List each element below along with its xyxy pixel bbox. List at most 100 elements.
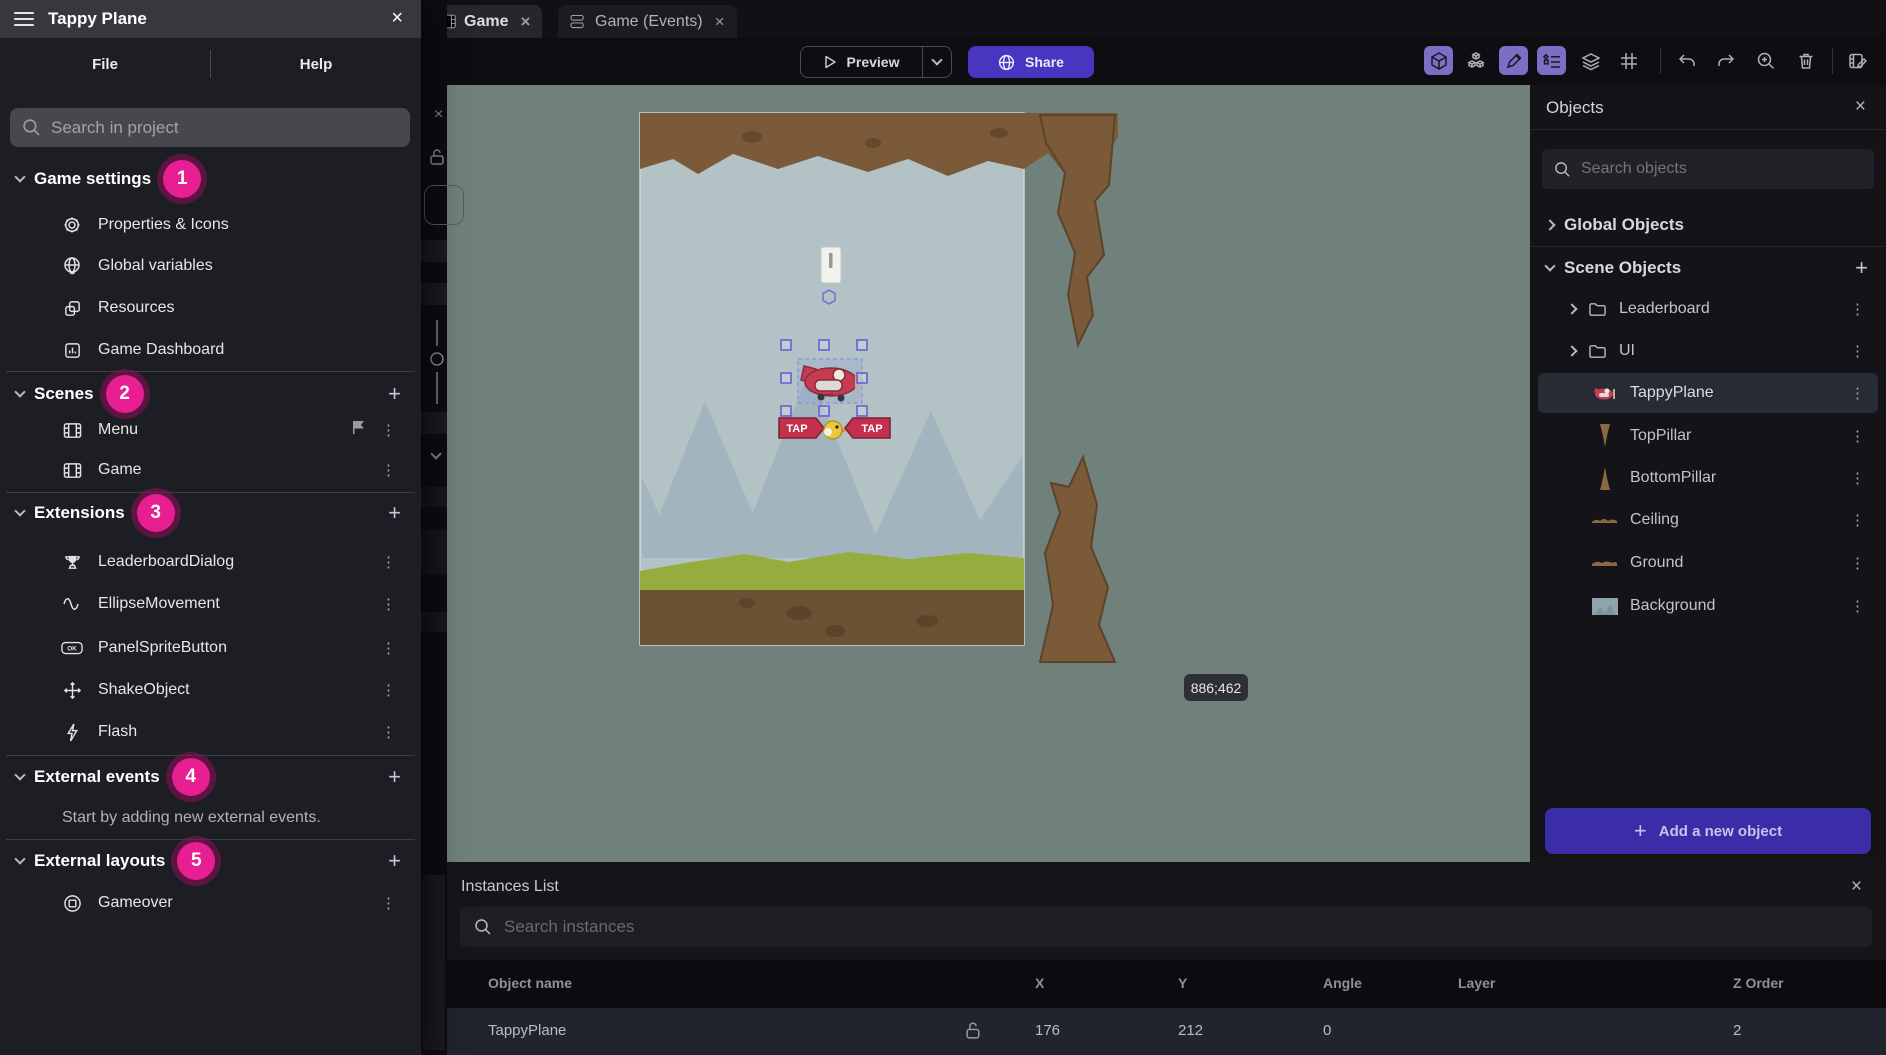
layers-panel-button[interactable]: [1576, 46, 1605, 75]
objects-search[interactable]: [1542, 149, 1874, 189]
add-scene-button[interactable]: +: [388, 383, 401, 405]
trash-icon: [1796, 51, 1816, 71]
kebab-menu-icon[interactable]: ⋮: [1850, 384, 1866, 402]
share-button[interactable]: Share: [968, 46, 1094, 78]
kebab-menu-icon[interactable]: ⋮: [381, 553, 397, 571]
instances-list-button[interactable]: [1537, 46, 1566, 75]
section-external-layouts[interactable]: External layouts 5 +: [0, 844, 421, 878]
kebab-menu-icon[interactable]: ⋮: [381, 723, 397, 741]
kebab-menu-icon[interactable]: ⋮: [1850, 511, 1866, 529]
item-ext-leaderboarddialog[interactable]: LeaderboardDialog ⋮: [0, 545, 421, 579]
kebab-menu-icon[interactable]: ⋮: [381, 639, 397, 657]
project-search[interactable]: [10, 108, 410, 147]
item-ext-shakeobject[interactable]: ShakeObject ⋮: [0, 673, 421, 707]
object-row-ground[interactable]: Ground ⋮: [1538, 543, 1878, 583]
add-new-object-button[interactable]: + Add a new object: [1545, 808, 1871, 854]
preview-dropdown-button[interactable]: [923, 47, 951, 77]
instances-search[interactable]: [460, 907, 1872, 947]
section-game-settings[interactable]: Game settings 1: [0, 162, 421, 196]
unlock-icon[interactable]: [965, 1021, 982, 1040]
column-object-name[interactable]: Object name: [488, 975, 572, 991]
object-row-bottompillar[interactable]: BottomPillar ⋮: [1538, 458, 1878, 498]
add-extension-button[interactable]: +: [388, 502, 401, 524]
objects-list-button[interactable]: [1461, 46, 1490, 75]
add-external-layout-button[interactable]: +: [388, 850, 401, 872]
item-ext-flash[interactable]: Flash ⋮: [0, 715, 421, 749]
undo-button[interactable]: [1672, 46, 1701, 75]
item-ext-ellipsemovement[interactable]: EllipseMovement ⋮: [0, 587, 421, 621]
file-menu[interactable]: File: [0, 38, 210, 90]
kebab-menu-icon[interactable]: ⋮: [1850, 342, 1866, 360]
kebab-menu-icon[interactable]: ⋮: [1850, 597, 1866, 615]
column-y[interactable]: Y: [1178, 975, 1187, 991]
kebab-menu-icon[interactable]: ⋮: [1850, 554, 1866, 572]
edit-mode-button[interactable]: [1499, 46, 1528, 75]
project-search-input[interactable]: [51, 118, 351, 138]
item-layout-gameover[interactable]: Gameover ⋮: [0, 886, 421, 920]
grid-toggle-button[interactable]: [1614, 46, 1643, 75]
section-scenes[interactable]: Scenes 2 +: [0, 377, 421, 411]
instances-list-close-icon[interactable]: ×: [1851, 876, 1862, 898]
tab-game-close-icon[interactable]: ×: [520, 13, 530, 30]
column-z-order[interactable]: Z Order: [1733, 975, 1784, 991]
tab-game-events[interactable]: Game (Events) ×: [558, 5, 737, 38]
kebab-menu-icon[interactable]: ⋮: [1850, 300, 1866, 318]
render-3d-toggle-button[interactable]: [1424, 46, 1453, 75]
global-objects-section[interactable]: Global Objects: [1530, 208, 1886, 242]
globe-icon: [60, 256, 84, 276]
column-angle[interactable]: Angle: [1323, 975, 1362, 991]
scene-objects-section[interactable]: Scene Objects +: [1530, 251, 1886, 285]
section-external-events[interactable]: External events 4 +: [0, 760, 421, 794]
object-row-tappyplane[interactable]: TappyPlane ⋮: [1538, 373, 1878, 413]
kebab-menu-icon[interactable]: ⋮: [1850, 469, 1866, 487]
redo-button[interactable]: [1711, 46, 1740, 75]
move-arrows-icon: [60, 681, 84, 700]
edit-scene-properties-button[interactable]: [1843, 46, 1872, 75]
tab-game-events-close-icon[interactable]: ×: [715, 13, 725, 30]
item-global-variables[interactable]: Global variables: [0, 249, 421, 283]
kebab-menu-icon[interactable]: ⋮: [1850, 427, 1866, 445]
panel-close-icon[interactable]: ×: [434, 106, 443, 124]
item-ext-panelspritebutton[interactable]: OK PanelSpriteButton ⋮: [0, 631, 421, 665]
object-row-background[interactable]: Background ⋮: [1538, 586, 1878, 626]
instance-y[interactable]: 212: [1178, 1022, 1203, 1039]
add-external-event-button[interactable]: +: [388, 766, 401, 788]
item-properties-icons[interactable]: Properties & Icons: [0, 208, 421, 242]
kebab-menu-icon[interactable]: ⋮: [381, 681, 397, 699]
object-row-ui[interactable]: UI ⋮: [1538, 331, 1878, 371]
instances-search-input[interactable]: [504, 917, 1104, 937]
item-game-dashboard[interactable]: Game Dashboard: [0, 333, 421, 367]
object-row-leaderboard[interactable]: Leaderboard ⋮: [1538, 289, 1878, 329]
instance-row-tappyplane[interactable]: TappyPlane 176 212 0 2: [447, 1008, 1886, 1055]
slider-fragment[interactable]: [430, 320, 444, 404]
instance-angle[interactable]: 0: [1323, 1022, 1331, 1039]
scene-editor-canvas[interactable]: TAP TAP 886;462: [447, 85, 1530, 862]
zoom-button[interactable]: [1751, 46, 1780, 75]
objects-search-input[interactable]: [1581, 160, 1821, 178]
tap-button-left[interactable]: TAP: [779, 418, 824, 438]
divider: [6, 371, 415, 372]
kebab-menu-icon[interactable]: ⋮: [381, 894, 397, 912]
object-row-ceiling[interactable]: Ceiling ⋮: [1538, 500, 1878, 540]
note-object[interactable]: [821, 247, 841, 283]
drawer-close-icon[interactable]: ×: [391, 7, 403, 30]
kebab-menu-icon[interactable]: ⋮: [381, 461, 397, 479]
instance-z-order[interactable]: 2: [1733, 1022, 1741, 1039]
section-extensions[interactable]: Extensions 3 +: [0, 496, 421, 530]
add-object-plus-icon[interactable]: +: [1855, 257, 1868, 279]
column-x[interactable]: X: [1035, 975, 1044, 991]
help-menu[interactable]: Help: [211, 38, 421, 90]
item-scene-menu[interactable]: Menu ⋮: [0, 413, 421, 447]
objects-panel-close-icon[interactable]: ×: [1855, 96, 1866, 118]
item-scene-game[interactable]: Game ⋮: [0, 453, 421, 487]
kebab-menu-icon[interactable]: ⋮: [381, 595, 397, 613]
hamburger-menu-icon[interactable]: [14, 12, 34, 26]
item-resources[interactable]: Resources: [0, 291, 421, 325]
tap-button-right[interactable]: TAP: [845, 418, 890, 438]
delete-button[interactable]: [1791, 46, 1820, 75]
kebab-menu-icon[interactable]: ⋮: [381, 421, 397, 439]
object-row-toppillar[interactable]: TopPillar ⋮: [1538, 416, 1878, 456]
preview-button[interactable]: Preview: [801, 47, 922, 77]
column-layer[interactable]: Layer: [1458, 975, 1495, 991]
instance-x[interactable]: 176: [1035, 1022, 1060, 1039]
